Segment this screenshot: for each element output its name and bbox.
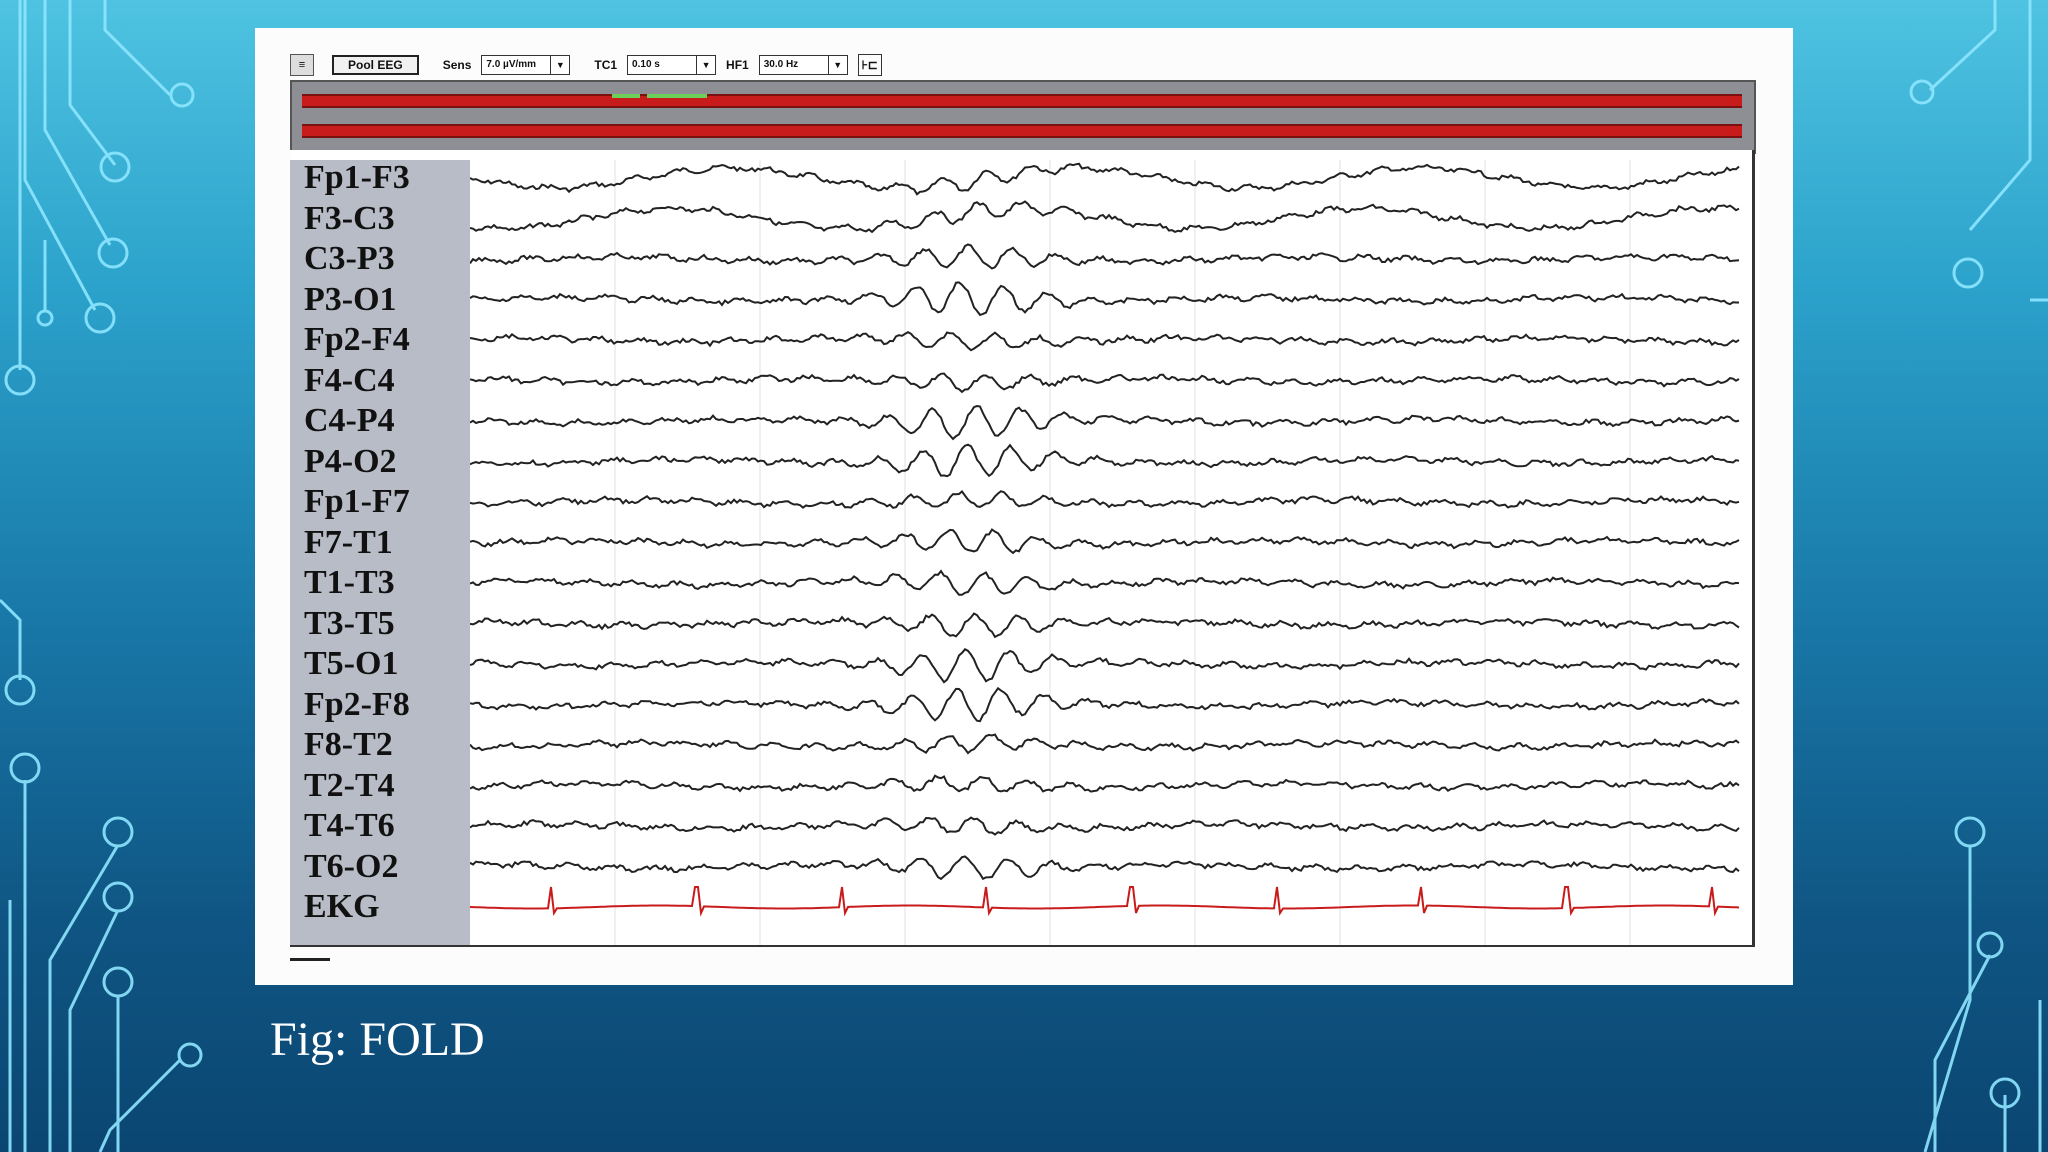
- channel-label: C3-P3: [304, 240, 395, 277]
- trace-t1-t3: [470, 569, 1740, 596]
- chevron-down-icon: ▼: [555, 60, 565, 70]
- sens-value: 7.0 µV/mm: [482, 56, 552, 74]
- channel-label: C4-P4: [304, 402, 395, 439]
- figure-caption: Fig: FOLD: [270, 1013, 485, 1066]
- timeline-track[interactable]: [290, 80, 1756, 154]
- channel-label: T5-O1: [304, 645, 399, 682]
- trace-f4-c4: [470, 372, 1740, 394]
- trace-f3-c3: [470, 200, 1740, 234]
- channel-label: F4-C4: [304, 361, 395, 399]
- trace-ekg: [470, 886, 1740, 917]
- eeg-trace-area[interactable]: Fp1-F3 F3-C3 C3-P3 P3-O1 Fp2-F4 F4-C4 C4-P4 P4-…: [290, 150, 1755, 947]
- trace-p4-o2: [470, 443, 1740, 478]
- chevron-down-icon: ▼: [833, 60, 843, 70]
- channel-label: F7-T1: [304, 523, 393, 561]
- channel-label: F3-C3: [304, 199, 395, 237]
- channel-label: Fp1-F3: [304, 159, 410, 196]
- montage-button[interactable]: Pool EEG: [332, 55, 419, 75]
- channel-label: P3-O1: [304, 280, 397, 318]
- channel-label: F8-T2: [304, 726, 393, 763]
- channel-label: T4-T6: [304, 807, 395, 844]
- channel-label: EKG: [304, 888, 380, 925]
- trace-f8-t2: [470, 733, 1740, 755]
- channel-label: T6-O2: [304, 847, 399, 885]
- hf-value: 30.0 Hz: [760, 56, 829, 74]
- scale-marker: ▬▬▬▬: [290, 953, 330, 964]
- channel-label: Fp1-F7: [304, 483, 410, 520]
- trace-t4-t6: [470, 816, 1740, 836]
- channel-label-column: Fp1-F3 F3-C3 C3-P3 P3-O1 Fp2-F4 F4-C4 C4-P4 P4-…: [290, 160, 470, 945]
- tc-label: TC1: [594, 58, 618, 72]
- trace-t3-t5: [470, 612, 1740, 639]
- channel-label: Fp2-F4: [304, 321, 410, 358]
- page-icon[interactable]: ≡: [290, 54, 314, 76]
- trace-fp1-f7: [470, 490, 1740, 509]
- hf-select[interactable]: 30.0 Hz ▼: [758, 55, 848, 75]
- eeg-screenshot-panel: ≡ Pool EEG Sens 7.0 µV/mm ▼ TC1 0.10 s ▼…: [255, 28, 1793, 985]
- chevron-down-icon: ▼: [701, 60, 711, 70]
- trace-fp1-f3: [470, 162, 1740, 196]
- trace-c3-p3: [470, 243, 1740, 270]
- trace-p3-o1: [470, 281, 1739, 317]
- tc-select[interactable]: 0.10 s ▼: [627, 55, 717, 75]
- tc-value: 0.10 s: [628, 56, 698, 74]
- trace-t2-t4: [470, 774, 1740, 793]
- channel-label: T1-T3: [304, 564, 395, 601]
- trace-t5-o1: [470, 648, 1740, 684]
- timeline-marker: [647, 94, 707, 98]
- channel-label: Fp2-F8: [304, 685, 410, 723]
- channel-label: T2-T4: [304, 766, 395, 804]
- timeline-marker: [612, 94, 640, 98]
- sens-select[interactable]: 7.0 µV/mm ▼: [481, 55, 571, 75]
- eeg-traces: [470, 160, 1740, 945]
- timeline-bar-top[interactable]: [302, 94, 1742, 108]
- trace-fp2-f4: [470, 331, 1740, 352]
- trace-f7-t1: [470, 528, 1740, 555]
- end-marker-button[interactable]: ⊦⊏: [857, 54, 882, 76]
- sens-label: Sens: [442, 58, 472, 72]
- channel-label: P4-O2: [304, 442, 397, 480]
- channel-label: T3-T5: [304, 604, 395, 642]
- timeline-bar-bottom[interactable]: [302, 124, 1742, 138]
- trace-c4-p4: [470, 404, 1740, 441]
- trace-t6-o2: [470, 855, 1740, 881]
- trace-fp2-f8: [470, 686, 1740, 723]
- eeg-toolbar: ≡ Pool EEG Sens 7.0 µV/mm ▼ TC1 0.10 s ▼…: [290, 48, 882, 82]
- hf-label: HF1: [726, 58, 749, 72]
